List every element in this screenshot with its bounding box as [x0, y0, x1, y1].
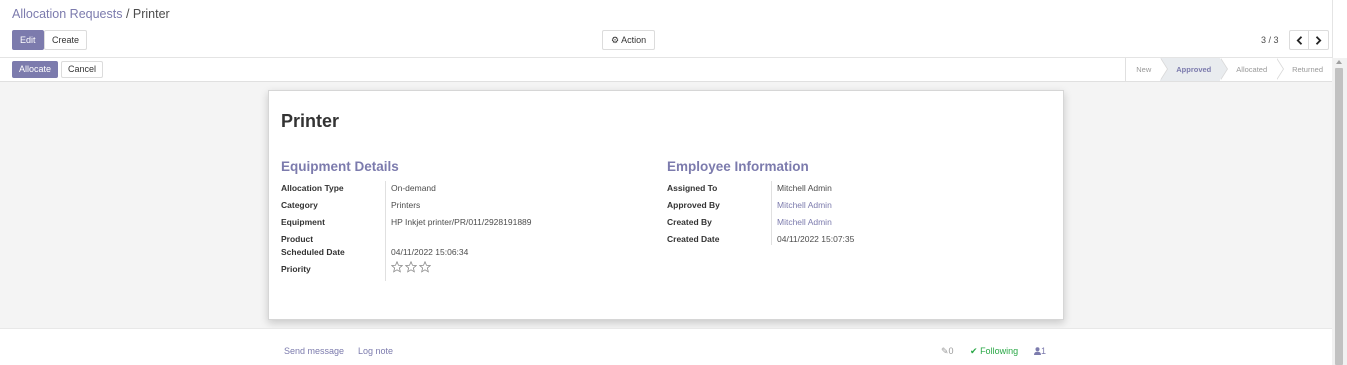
- field-product: Product: [281, 232, 641, 245]
- check-icon: ✔: [970, 346, 978, 356]
- control-panel: Allocation Requests / Printer Edit Creat…: [0, 0, 1332, 58]
- field-created-date: Created Date 04/11/2022 15:07:35: [667, 232, 1047, 249]
- star-icon[interactable]: [405, 261, 417, 273]
- stage-returned[interactable]: Returned: [1276, 58, 1332, 81]
- record-title: Printer: [281, 111, 340, 131]
- field-label: Category: [281, 200, 318, 210]
- pager-next-button[interactable]: [1309, 30, 1329, 50]
- field-label: Created By: [667, 217, 712, 227]
- field-assigned-to: Assigned To Mitchell Admin: [667, 181, 1047, 198]
- followers-button[interactable]: 1: [1034, 346, 1046, 356]
- chatter-topbar: Send message Log note ✎0 ✔ Following 1: [0, 328, 1332, 365]
- equipment-details-group: Allocation Type On-demand Category Print…: [281, 181, 641, 281]
- field-label: Priority: [281, 264, 311, 274]
- allocation-type-value: On-demand: [391, 183, 436, 193]
- scrollbar[interactable]: [1332, 58, 1347, 365]
- stage-allocated[interactable]: Allocated: [1220, 58, 1284, 81]
- field-label: Allocation Type: [281, 183, 344, 193]
- attachments-button[interactable]: ✎0: [941, 346, 954, 357]
- created-date-value: 04/11/2022 15:07:35: [777, 234, 855, 244]
- attachments-count: 0: [948, 346, 954, 356]
- breadcrumb-separator: /: [122, 7, 133, 21]
- following-label: Following: [980, 346, 1019, 356]
- statusbar: Allocate Cancel New Approved Allocated R…: [0, 58, 1332, 82]
- stage-new[interactable]: New: [1125, 58, 1169, 81]
- employee-information-group: Assigned To Mitchell Admin Approved By M…: [667, 181, 1047, 249]
- equipment-details-title: Equipment Details: [281, 159, 399, 174]
- send-message-button[interactable]: Send message: [284, 346, 344, 356]
- log-note-button[interactable]: Log note: [358, 346, 393, 356]
- user-icon: [1034, 347, 1041, 355]
- chevron-left-icon: [1296, 35, 1302, 45]
- form-background: Printer Equipment Details Allocation Typ…: [0, 82, 1332, 328]
- priority-widget: [391, 261, 431, 273]
- breadcrumb: Allocation Requests / Printer: [12, 7, 170, 21]
- pager-value[interactable]: 3 / 3: [1261, 35, 1279, 45]
- field-created-by: Created By Mitchell Admin: [667, 215, 1047, 232]
- field-label: Scheduled Date: [281, 247, 345, 257]
- stage-approved[interactable]: Approved: [1160, 58, 1229, 81]
- following-button[interactable]: ✔ Following: [970, 346, 1018, 357]
- field-label: Created Date: [667, 234, 720, 244]
- field-approved-by: Approved By Mitchell Admin: [667, 198, 1047, 215]
- star-icon[interactable]: [391, 261, 403, 273]
- pager-previous-button[interactable]: [1289, 30, 1309, 50]
- form-sheet: Printer Equipment Details Allocation Typ…: [268, 90, 1064, 320]
- field-category: Category Printers: [281, 198, 641, 215]
- scrollbar-thumb[interactable]: [1335, 68, 1343, 365]
- status-stages: New Approved Allocated Returned: [1125, 58, 1332, 81]
- employee-information-title: Employee Information: [667, 159, 809, 174]
- window-edge: [1332, 0, 1347, 58]
- field-label: Assigned To: [667, 183, 718, 193]
- gear-icon: ⚙: [611, 35, 620, 45]
- create-button[interactable]: Create: [44, 30, 88, 50]
- allocate-button[interactable]: Allocate: [12, 61, 59, 78]
- breadcrumb-parent-link[interactable]: Allocation Requests: [12, 7, 122, 21]
- approved-by-link[interactable]: Mitchell Admin: [777, 199, 832, 211]
- created-by-link[interactable]: Mitchell Admin: [777, 216, 832, 228]
- action-dropdown-button[interactable]: ⚙ Action: [602, 30, 656, 50]
- scheduled-date-value: 04/11/2022 15:06:34: [391, 247, 469, 257]
- followers-count: 1: [1041, 346, 1047, 356]
- breadcrumb-current: Printer: [132, 7, 170, 21]
- field-allocation-type: Allocation Type On-demand: [281, 181, 641, 198]
- chevron-right-icon: [1315, 35, 1322, 45]
- field-label: Product: [281, 234, 314, 244]
- field-scheduled-date: Scheduled Date 04/11/2022 15:06:34: [281, 245, 641, 262]
- assigned-to-value: Mitchell Admin: [777, 183, 832, 193]
- field-equipment: Equipment HP Inkjet printer/PR/011/29281…: [281, 215, 641, 232]
- edit-button[interactable]: Edit: [12, 30, 44, 50]
- equipment-value: HP Inkjet printer/PR/011/2928191889: [391, 217, 532, 227]
- paperclip-icon: ✎: [941, 346, 949, 356]
- field-label: Equipment: [281, 217, 325, 227]
- action-label: Action: [621, 35, 647, 45]
- scroll-up-arrow-icon[interactable]: [1336, 60, 1342, 64]
- star-icon[interactable]: [419, 261, 431, 273]
- category-value: Printers: [391, 200, 421, 210]
- cancel-button[interactable]: Cancel: [61, 61, 104, 78]
- field-label: Approved By: [667, 200, 720, 210]
- field-priority: Priority: [281, 261, 641, 279]
